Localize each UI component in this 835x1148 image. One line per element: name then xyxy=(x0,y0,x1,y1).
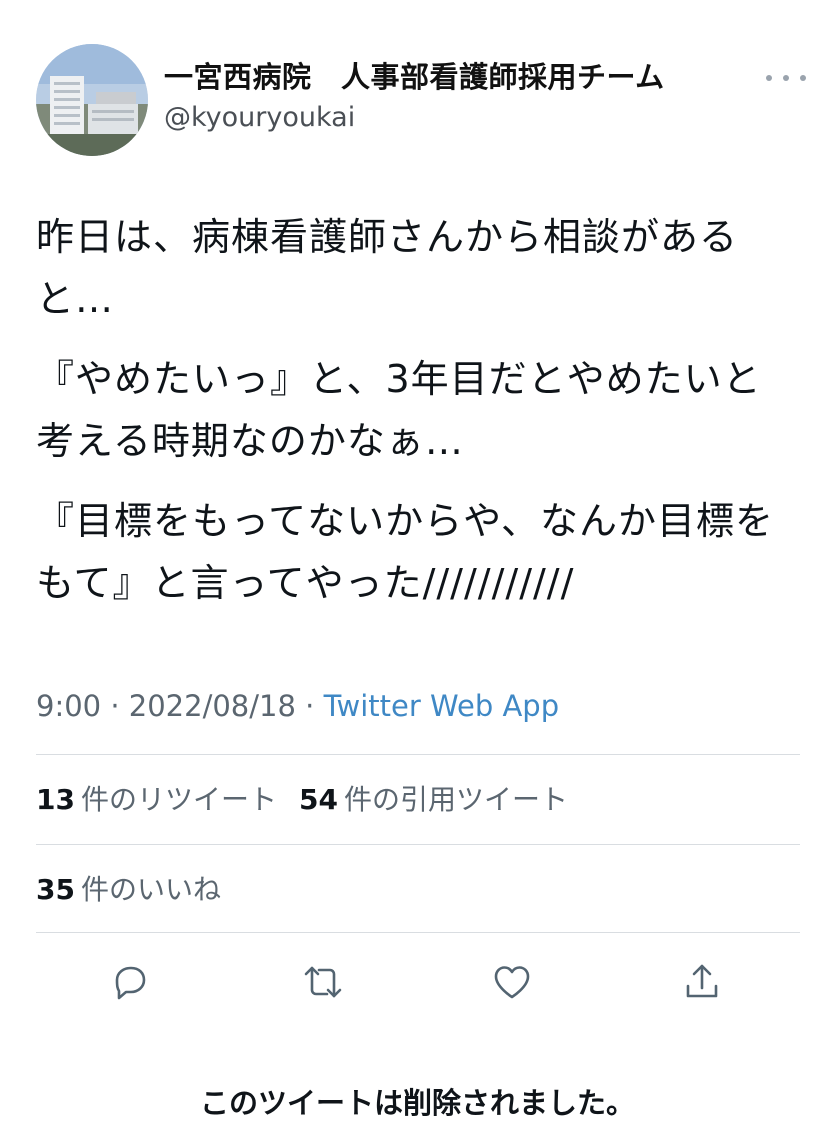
tweet-source[interactable]: Twitter Web App xyxy=(324,689,560,723)
quotes-stat[interactable]: 54 件の引用ツイート xyxy=(299,783,568,816)
likes-label: 件のいいね xyxy=(80,873,221,906)
reply-icon[interactable] xyxy=(108,960,152,1004)
display-name[interactable]: 一宮西病院 人事部看護師採用チーム xyxy=(164,58,665,96)
share-icon[interactable] xyxy=(680,960,724,1004)
tweet-date[interactable]: 2022/08/18 xyxy=(129,689,296,723)
divider xyxy=(36,754,800,755)
engagement-stats: 13 件のリツイート 54 件の引用ツイート xyxy=(36,780,568,820)
tweet-paragraph: 昨日は、病棟看護師さんから相談があると… xyxy=(36,215,739,321)
meta-separator: · xyxy=(110,689,120,723)
likes-count: 35 xyxy=(36,873,75,906)
quotes-count: 54 xyxy=(298,783,338,816)
deleted-notice: このツイートは削除されました。 xyxy=(199,1086,635,1120)
retweets-label: 件のリツイート xyxy=(80,783,277,816)
divider xyxy=(36,844,800,845)
avatar[interactable] xyxy=(36,44,148,156)
tweet-header: 一宮西病院 人事部看護師採用チーム @kyouryoukai xyxy=(36,44,806,156)
tweet-page: 一宮西病院 人事部看護師採用チーム @kyouryoukai 昨日は、病棟看護師… xyxy=(0,0,835,1148)
action-bar xyxy=(36,950,800,1010)
tweet-text: 昨日は、病棟看護師さんから相談があると… 『やめたいっ』と、3年目だとやめたいと… xyxy=(36,206,796,632)
user-handle[interactable]: @kyouryoukai xyxy=(164,100,665,136)
more-options-icon[interactable] xyxy=(766,66,806,90)
tweet-paragraph: 『目標をもってないからや、なんか目標をもて』と言ってやった/////////// xyxy=(36,499,774,605)
like-icon[interactable] xyxy=(490,960,534,1004)
meta-separator: · xyxy=(305,689,315,723)
retweet-icon[interactable] xyxy=(301,960,345,1004)
likes-stat[interactable]: 35 件のいいね xyxy=(36,873,221,906)
tweet-time[interactable]: 9:00 xyxy=(36,689,101,723)
quotes-label: 件の引用ツイート xyxy=(343,783,568,816)
author-block: 一宮西病院 人事部看護師採用チーム @kyouryoukai xyxy=(164,58,665,136)
tweet-paragraph: 『やめたいっ』と、3年目だとやめたいと考える時期なのかなぁ… xyxy=(36,357,762,463)
retweets-count: 13 xyxy=(36,783,75,816)
retweets-stat[interactable]: 13 件のリツイート xyxy=(36,783,277,816)
divider xyxy=(36,932,800,933)
likes-stats: 35 件のいいね xyxy=(36,870,221,910)
tweet-meta: 9:00 · 2022/08/18 · Twitter Web App xyxy=(36,686,559,726)
